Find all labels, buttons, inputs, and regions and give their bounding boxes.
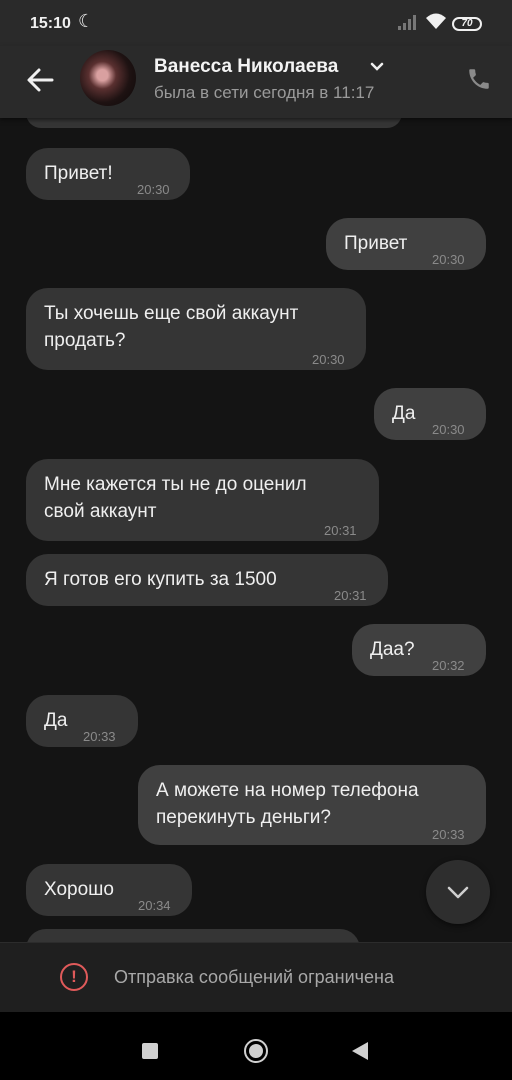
status-time: 15:10 <box>30 15 71 32</box>
message-time: 20:32 <box>432 658 465 673</box>
message-bubble-outgoing[interactable]: А можете на номер телефона перекинуть де… <box>138 765 486 845</box>
do-not-disturb-icon: ☾ <box>78 11 95 31</box>
message-time: 20:31 <box>324 523 357 538</box>
message-text: Привет! <box>44 163 113 184</box>
message-time: 20:31 <box>334 588 367 603</box>
message-time: 20:34 <box>138 898 171 913</box>
message-text: Хорошо <box>44 879 114 900</box>
avatar[interactable] <box>80 50 136 106</box>
system-navigation-bar <box>0 1012 512 1080</box>
message-time: 20:30 <box>432 422 465 437</box>
exclamation-icon: ! <box>60 963 88 991</box>
last-seen-status: была в сети сегодня в 11:17 <box>154 83 375 102</box>
message-text: Да <box>392 403 416 424</box>
message-time: 20:30 <box>312 352 345 367</box>
message-text: Я готов его купить за 1500 <box>44 569 277 590</box>
chevron-down-icon <box>447 886 469 899</box>
message-time: 20:33 <box>83 729 116 744</box>
message-bubble-outgoing[interactable]: Да 20:30 <box>374 388 486 440</box>
message-text: Даа? <box>370 639 415 660</box>
message-list[interactable]: Привет! 20:30 Привет 20:30 Ты хочешь еще… <box>0 118 512 942</box>
message-text: Мне кажется ты не до оценил <box>44 474 307 495</box>
message-bubble-incoming[interactable]: Ты хочешь еще свой аккаунт продать? 20:3… <box>26 288 366 370</box>
home-icon[interactable] <box>244 1039 268 1063</box>
message-text: Ты хочешь еще свой аккаунт <box>44 303 299 324</box>
message-text: продать? <box>44 330 126 351</box>
battery-icon: 70 <box>452 17 482 31</box>
message-bubble-incoming[interactable]: Да 20:33 <box>26 695 138 747</box>
message-bubble-partial <box>26 929 360 942</box>
message-text: Привет <box>344 233 408 254</box>
restriction-banner: ! Отправка сообщений ограничена <box>0 942 512 1013</box>
message-text: свой аккаунт <box>44 501 157 522</box>
restriction-text: Отправка сообщений ограничена <box>114 967 394 987</box>
recents-icon[interactable] <box>142 1043 158 1059</box>
scroll-to-bottom-button[interactable] <box>426 860 490 924</box>
message-text: перекинуть деньги? <box>156 807 331 828</box>
chat-header: Ванесса Николаева была в сети сегодня в … <box>0 46 512 118</box>
message-time: 20:33 <box>432 827 465 842</box>
message-bubble-partial <box>26 118 402 128</box>
message-bubble-incoming[interactable]: Привет! 20:30 <box>26 148 190 200</box>
message-bubble-incoming[interactable]: Хорошо 20:34 <box>26 864 192 916</box>
signal-icon <box>398 15 416 30</box>
chevron-down-icon[interactable] <box>370 62 384 72</box>
message-bubble-outgoing[interactable]: Даа? 20:32 <box>352 624 486 676</box>
contact-name[interactable]: Ванесса Николаева <box>154 56 338 78</box>
back-triangle-icon[interactable] <box>352 1042 368 1060</box>
message-text: А можете на номер телефона <box>156 780 419 801</box>
message-bubble-incoming[interactable]: Я готов его купить за 1500 20:31 <box>26 554 388 606</box>
message-bubble-incoming[interactable]: Мне кажется ты не до оценил свой аккаунт… <box>26 459 379 541</box>
message-time: 20:30 <box>137 182 170 197</box>
wifi-icon <box>426 13 446 29</box>
status-bar: 15:10 ☾ 70 <box>0 0 512 46</box>
message-text: Да <box>44 710 68 731</box>
phone-icon[interactable] <box>466 66 492 92</box>
message-bubble-outgoing[interactable]: Привет 20:30 <box>326 218 486 270</box>
message-time: 20:30 <box>432 252 465 267</box>
arrow-left-icon[interactable] <box>22 62 58 98</box>
